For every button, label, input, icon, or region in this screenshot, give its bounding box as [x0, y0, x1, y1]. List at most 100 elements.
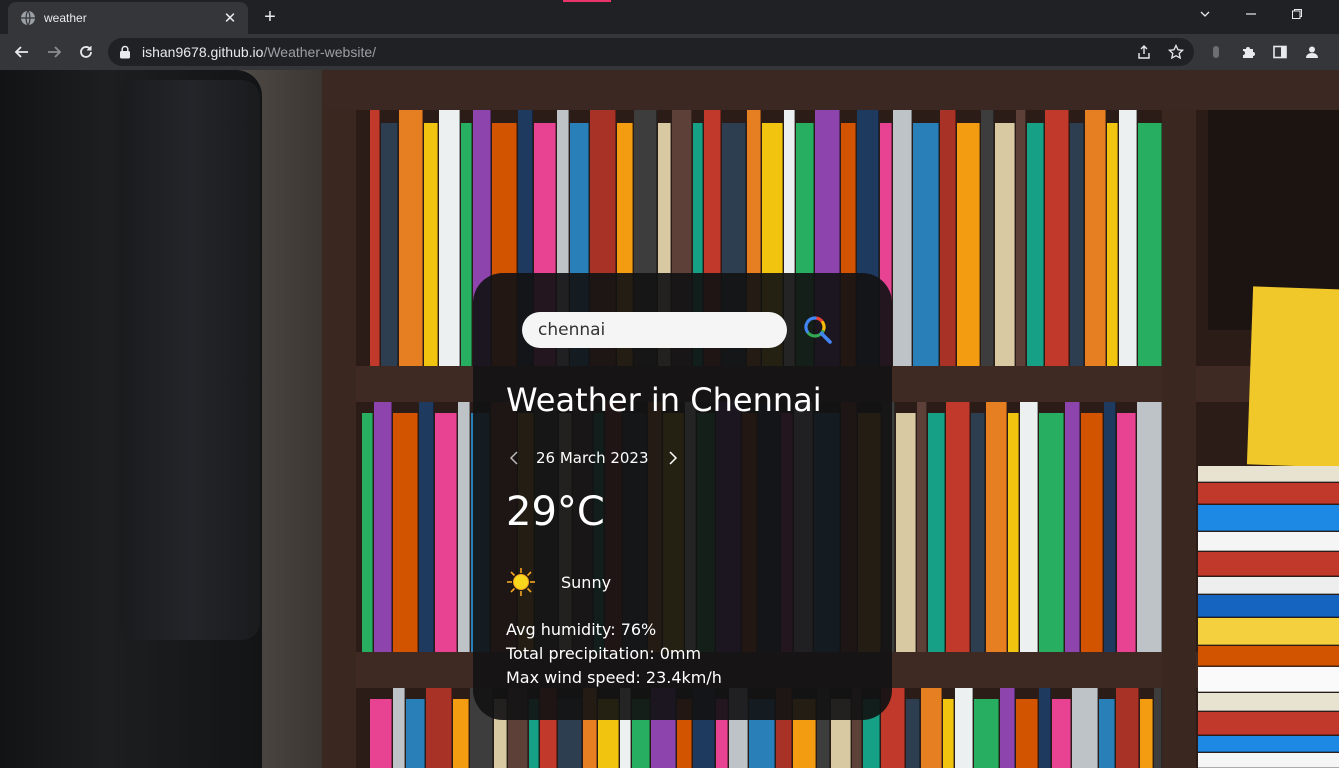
restore-icon[interactable]: [1283, 4, 1311, 28]
sun-icon: [506, 567, 536, 597]
book-spine: [1116, 686, 1139, 768]
shelf-upright-left: [322, 110, 356, 768]
book-spine: [981, 110, 994, 366]
book-spine: [406, 699, 425, 768]
city-title: Weather in Chennai: [506, 381, 822, 419]
book-spine: [1016, 699, 1038, 768]
chevron-right-icon[interactable]: [665, 448, 681, 468]
stacked-book: [1198, 618, 1339, 645]
date-navigator: 26 March 2023: [506, 448, 681, 468]
stacked-book: [1198, 466, 1339, 482]
chevron-down-icon[interactable]: [1191, 4, 1219, 28]
background-yellow-book: [1246, 286, 1339, 468]
book-spine: [439, 110, 460, 366]
book-spine: [1039, 686, 1051, 768]
book-spine: [399, 110, 423, 366]
stacked-book: [1198, 712, 1339, 735]
book-spine: [381, 123, 398, 366]
condition-row: Sunny: [506, 567, 611, 597]
book-spine: [1070, 123, 1084, 366]
forward-icon[interactable]: [40, 38, 68, 66]
url-path: /Weather-website/: [263, 44, 377, 60]
book-spine: [1085, 110, 1106, 366]
temperature: 29°C: [506, 489, 605, 535]
minimize-icon[interactable]: [1237, 4, 1265, 28]
star-icon[interactable]: [1164, 40, 1188, 64]
lock-icon[interactable]: [118, 45, 132, 59]
book-spine: [458, 400, 470, 652]
browser-tab[interactable]: weather ✕: [8, 2, 248, 34]
puzzle-icon[interactable]: [1234, 38, 1262, 66]
book-spine: [426, 686, 452, 768]
book-spine: [917, 400, 927, 652]
address-bar[interactable]: ishan9678.github.io/Weather-website/: [108, 38, 1194, 66]
weather-stats: Avg humidity: 76% Total precipitation: 0…: [506, 618, 722, 690]
reload-icon[interactable]: [72, 38, 100, 66]
book-spine: [896, 413, 916, 652]
tab-strip: weather ✕ +: [0, 0, 1339, 34]
book-spine: [1020, 400, 1038, 652]
browser-toolbar: ishan9678.github.io/Weather-website/: [0, 34, 1339, 70]
background-chair-arm: [120, 80, 260, 640]
book-spine: [1065, 400, 1080, 652]
profile-icon[interactable]: [1298, 38, 1326, 66]
book-spine: [893, 110, 912, 366]
stacked-book: [1198, 552, 1339, 576]
search-icon[interactable]: [801, 313, 835, 347]
side-panel-icon[interactable]: [1266, 38, 1294, 66]
book-spine: [1000, 686, 1015, 768]
book-spine: [1154, 686, 1162, 768]
date-label: 26 March 2023: [536, 449, 649, 467]
book-spine: [928, 413, 945, 652]
stacked-book: [1198, 483, 1339, 504]
book-spine: [1119, 110, 1137, 366]
book-spine: [955, 686, 973, 768]
book-spine: [921, 686, 942, 768]
book-spine: [393, 413, 418, 652]
tab-title: weather: [44, 11, 87, 25]
book-spine: [1008, 413, 1019, 652]
book-spine: [1117, 413, 1136, 652]
book-spine: [946, 400, 970, 652]
shelf-top: [322, 70, 1339, 110]
search-input[interactable]: [522, 312, 787, 348]
book-spine: [1138, 123, 1162, 366]
stacked-book: [1198, 646, 1339, 666]
book-spine: [1027, 123, 1044, 366]
book-spine: [419, 400, 434, 652]
background-book-stack: [1198, 466, 1339, 768]
stacked-book: [1198, 667, 1339, 692]
book-spine: [1140, 699, 1153, 768]
url-host: ishan9678.github.io: [142, 44, 264, 60]
plus-icon[interactable]: +: [258, 5, 282, 29]
precipitation-stat: Total precipitation: 0mm: [506, 644, 702, 663]
wind-speed-stat: Max wind speed: 23.4km/h: [506, 668, 722, 687]
book-spine: [940, 110, 956, 366]
weather-card: Weather in Chennai 26 March 2023 29°C Su…: [473, 273, 892, 720]
book-spine: [1104, 400, 1116, 652]
book-spine: [1039, 413, 1064, 652]
close-icon[interactable]: ✕: [222, 9, 238, 27]
stacked-book: [1198, 532, 1339, 551]
extension-icon[interactable]: [1202, 38, 1230, 66]
book-spine: [1099, 699, 1115, 768]
back-icon[interactable]: [8, 38, 36, 66]
condition-label: Sunny: [561, 572, 612, 592]
book-spine: [1016, 110, 1026, 366]
share-icon[interactable]: [1132, 40, 1156, 64]
book-spine: [374, 400, 392, 652]
book-spine: [424, 123, 438, 366]
book-spine: [943, 699, 954, 768]
book-spine: [370, 699, 392, 768]
book-spine: [986, 400, 1007, 652]
stacked-book: [1198, 577, 1339, 594]
book-spine: [995, 123, 1015, 366]
stacked-book: [1198, 505, 1339, 531]
stacked-book: [1198, 693, 1339, 711]
book-spine: [453, 699, 469, 768]
book-spine: [1045, 110, 1069, 366]
book-spine: [906, 699, 920, 768]
chevron-left-icon[interactable]: [506, 448, 522, 468]
book-spine: [1052, 699, 1071, 768]
book-spine: [461, 123, 472, 366]
